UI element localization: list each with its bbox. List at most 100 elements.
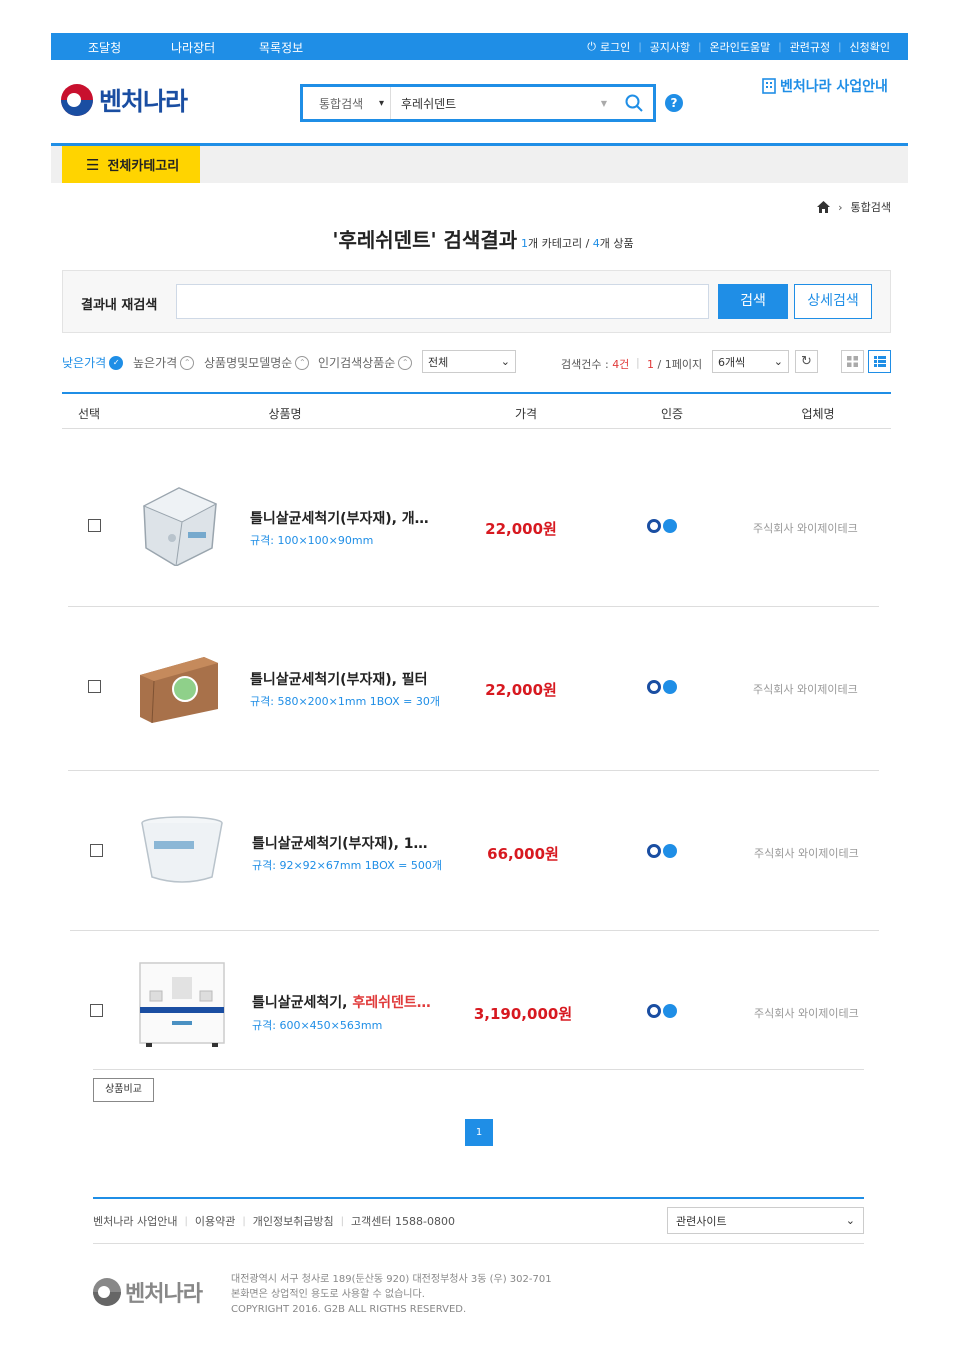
product-image[interactable] (134, 476, 224, 566)
cert-badges (647, 844, 677, 858)
footer-info: 대전광역시 서구 청사로 189(둔산동 920) 대전정부청사 3동 (우) … (231, 1272, 552, 1317)
global-search: 통합검색 ▾ 후레쉬덴트 ▼ (300, 84, 656, 122)
detail-search-button[interactable]: 상세검색 (794, 284, 872, 319)
table-header: 선택 상품명 가격 인증 업체명 (62, 392, 891, 429)
result-count: 검색건수 : 4건 (561, 356, 629, 372)
refresh-icon: ↻ (801, 354, 812, 369)
home-icon[interactable] (817, 201, 831, 213)
page-title: '후레쉬덴트' 검색결과 (332, 228, 518, 252)
col-certification: 인증 (660, 407, 684, 421)
vendor-name[interactable]: 주식회사 와이제이테크 (754, 845, 859, 861)
startup-badge-icon (663, 519, 677, 533)
startup-badge-icon (663, 844, 677, 858)
product-name-text: 틀니살균세척기(부자재), 개… (250, 511, 429, 527)
check-circle-icon: ✓ (109, 355, 124, 370)
footer-link-terms[interactable]: 이용약관 (195, 1213, 235, 1229)
startup-badge-icon (663, 1004, 677, 1018)
site-logo[interactable]: 벤처나라 (61, 82, 188, 118)
taegeuk-logo-icon (61, 84, 93, 116)
footer-link-biz[interactable]: 벤처나라 사업안내 (93, 1213, 177, 1229)
table-row: 틀니살균세척기(부자재), 개… 규격: 100×100×90mm 22,000… (62, 430, 891, 606)
row-checkbox[interactable] (90, 1004, 103, 1017)
sort-high-price[interactable]: 높은가격 ⌃ (133, 354, 195, 371)
table-row: 틀니살균세척기(부자재), 1… 규격: 92×92×67mm 1BOX = 5… (62, 771, 891, 931)
product-name[interactable]: 틀니살균세척기(부자재), 필터 (250, 669, 428, 689)
footer-top-line (93, 1197, 864, 1199)
product-name[interactable]: 틀니살균세척기(부자재), 1… (252, 833, 428, 853)
product-count: 4 (592, 237, 600, 250)
row-checkbox[interactable] (88, 519, 101, 532)
category-label: 전체카테고리 (107, 159, 180, 174)
compare-button[interactable]: 상품비교 (93, 1078, 154, 1102)
chevron-circle-icon: ⌃ (398, 355, 413, 370)
taegeuk-logo-icon (93, 1278, 121, 1306)
all-category-button[interactable]: ☰ 전체카테고리 (62, 146, 200, 183)
product-name[interactable]: 틀니살균세척기(부자재), 개… (250, 508, 429, 528)
page-indicator: 1 / 1페이지 (647, 356, 702, 372)
search-input[interactable]: 후레쉬덴트 ▼ (391, 94, 653, 112)
page-1-button[interactable]: 1 (465, 1119, 493, 1146)
row-checkbox[interactable] (90, 844, 103, 857)
nav-procurement[interactable]: 조달청 (88, 39, 121, 56)
search-scope-select[interactable]: 통합검색 ▾ (303, 87, 391, 119)
list-view-button[interactable] (868, 350, 891, 373)
product-image[interactable] (138, 961, 228, 1051)
col-select: 선택 (77, 407, 101, 421)
cert-mark-icon (647, 519, 661, 533)
vendor-name[interactable]: 주식회사 와이제이테크 (754, 1005, 859, 1021)
chevron-down-icon: ▾ (378, 97, 384, 109)
product-image[interactable] (138, 805, 228, 895)
refine-search-button[interactable]: 검색 (718, 284, 788, 319)
related-sites-select[interactable]: 관련사이트 ⌄ (667, 1207, 864, 1234)
grid-view-button[interactable] (841, 350, 864, 373)
search-icon[interactable] (625, 94, 643, 112)
vendor-name[interactable]: 주식회사 와이제이테크 (753, 681, 858, 697)
util-links: ⏻ 로그인 | 공지사항 | 온라인도움말 | 관련규정 | 신청확인 (587, 39, 890, 55)
search-query-text: 후레쉬덴트 (401, 96, 457, 111)
footer-link-privacy[interactable]: 개인정보취급방침 (253, 1213, 334, 1229)
product-price: 22,000원 (485, 681, 557, 699)
product-count-label: 개 상품 (599, 237, 634, 250)
sort-label: 인기검색상품순 (318, 356, 396, 370)
refine-search-input[interactable] (176, 284, 709, 319)
cert-mark-icon (647, 680, 661, 694)
product-image[interactable] (136, 643, 226, 733)
product-spec: 규격: 600×450×563mm (252, 1019, 383, 1032)
cert-mark-icon (647, 1004, 661, 1018)
notice-link[interactable]: 공지사항 (650, 39, 690, 55)
nav-narajangteo[interactable]: 나라장터 (171, 39, 215, 56)
cert-mark-icon (647, 844, 661, 858)
product-price: 22,000원 (485, 520, 557, 538)
row-checkbox[interactable] (88, 680, 101, 693)
col-product-name: 상품명 (268, 407, 302, 421)
vendor-name[interactable]: 주식회사 와이제이테크 (753, 520, 858, 536)
login-link[interactable]: 로그인 (600, 39, 630, 55)
biz-info-link[interactable]: 벤처나라 사업안내 (762, 76, 888, 96)
nav-catalog[interactable]: 목록정보 (259, 39, 303, 56)
biz-info-label: 벤처나라 사업안내 (780, 79, 888, 95)
filter-select[interactable]: 전체 ⌄ (422, 350, 516, 373)
sort-popular[interactable]: 인기검색상품순 ⌃ (318, 354, 413, 371)
chevron-down-icon: ⌄ (845, 1214, 855, 1227)
footer-divider (93, 1243, 864, 1244)
product-name[interactable]: 틀니살균세척기, 후레쉬덴트… (252, 992, 431, 1012)
dropdown-arrow-icon[interactable]: ▼ (601, 99, 607, 108)
help-icon[interactable]: ? (665, 94, 683, 112)
refresh-button[interactable]: ↻ (795, 350, 818, 373)
chevron-circle-icon: ⌃ (180, 355, 195, 370)
page-total: / 1페이지 (654, 358, 703, 371)
footer-link-callcenter[interactable]: 고객센터 1588-0800 (351, 1213, 455, 1229)
product-name-highlight: 후레쉬덴트… (352, 995, 431, 1011)
power-icon: ⏻ (587, 40, 596, 53)
breadcrumb-current[interactable]: 통합검색 (851, 199, 891, 215)
sort-label: 낮은가격 (62, 356, 107, 370)
application-link[interactable]: 신청확인 (850, 39, 890, 55)
per-page-select[interactable]: 6개씩 ⌄ (712, 350, 789, 373)
product-spec: 규격: 580×200×1mm 1BOX = 30개 (250, 695, 440, 708)
sort-low-price[interactable]: 낮은가격 ✓ (62, 354, 124, 371)
sort-toolbar: 낮은가격 ✓ 높은가격 ⌃ 상품명및모델명순 ⌃ 인기검색상품순 ⌃ 전체 ⌄ 검색건수 … (62, 350, 891, 374)
chevron-down-icon: ⌄ (500, 355, 510, 368)
sort-name[interactable]: 상품명및모델명순 ⌃ (204, 354, 310, 371)
help-link[interactable]: 온라인도움말 (710, 39, 771, 55)
rules-link[interactable]: 관련규정 (790, 39, 830, 55)
